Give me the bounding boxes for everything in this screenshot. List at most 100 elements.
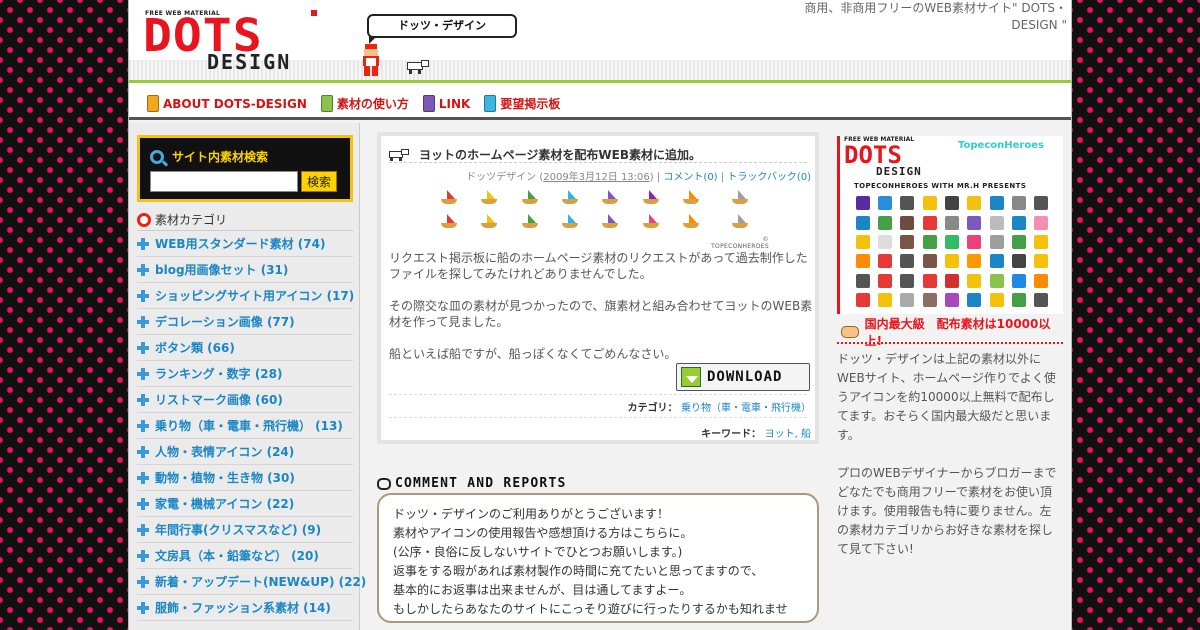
nav-label: 素材の使い方 [336,97,409,111]
category-item[interactable]: 文房具（本・鉛筆など） (20) [137,543,353,569]
category-link[interactable]: 乗り物（車・電車・飛行機） [681,403,811,414]
category-label: デコレーション画像 (77) [155,315,295,329]
post-body: リクエスト掲示板に船のホームページ素材のリクエストがあって過去制作したファイルを… [389,250,817,378]
book-icon [422,95,435,112]
biggest-text: 国内最大級 配布素材は10000以上! [864,317,1051,348]
left-sidebar: サイト内素材検索 検索 素材カテゴリ WEB用スタンダード素材 (74) blog… [129,123,366,630]
sailboat-icon [440,188,458,206]
sailboat-icon [682,188,700,206]
category-item[interactable]: 新着・アップデート(NEW&UP) (22) [137,569,366,595]
sample-icon [900,196,915,211]
comment-heading: COMMENT AND REPORTS [377,476,567,491]
category-item[interactable]: リストマーク画像 (60) [137,387,353,413]
promo-banner[interactable]: FREE WEB MATERIAL DOTS DESIGN TopeconHer… [837,136,1063,314]
sample-icon [922,254,937,269]
sample-icon [1011,293,1026,308]
plus-icon [137,341,149,354]
sample-icon [1034,254,1049,269]
comment-heading-text: COMMENT AND REPORTS [395,476,567,491]
comment-line: 基本的にお返事は出来ませんが、目は通してますよー。 [393,583,692,597]
plus-icon [137,575,149,588]
category-label: リストマーク画像 (60) [155,393,283,407]
plus-icon [137,471,149,484]
right-paragraph: プロのWEBデザイナーからブロガーまでどなたでも商用フリーで素材をお使い頂けます… [837,466,1057,556]
plus-icon [137,549,149,562]
sailboat-icon [521,212,539,230]
category-item[interactable]: ランキング・数字 (28) [137,361,353,387]
comment-line: 返事をする暇があれば素材製作の時間に充てたいと思ってますので、 [393,564,764,578]
post-paragraph: その際交な皿の素材が見つかったので、旗素材と組み合わせてヨットのWEB素材を作っ… [389,299,813,329]
boats-credit: © TOPECONHEROES [711,236,769,250]
sample-icon [1034,215,1049,230]
sample-icon [989,215,1004,230]
category-label: カテゴリ： [627,403,678,414]
sample-icon [922,196,937,211]
keyword-link[interactable]: ヨット, 船 [765,429,811,440]
pixel-dog-icon [407,60,431,74]
nav-item[interactable]: 素材の使い方 [320,95,409,112]
logo-sub-text: DESIGN [207,50,292,74]
category-item[interactable]: blog用画像セット (31) [137,257,353,283]
sailboat-icon [601,212,619,230]
sample-icon [967,254,982,269]
sailboat-icon [561,188,579,206]
category-item[interactable]: 乗り物（車・電車・飛行機） (13) [137,413,353,439]
category-label: 文房具（本・鉛筆など） (20) [155,549,319,563]
post-title-text: ヨットのホームページ素材を配布WEB素材に追加。 [419,148,701,162]
sample-icon [1011,273,1026,288]
category-item[interactable]: 服飾・ファッション系素材 (14) [137,595,353,621]
category-item[interactable]: 家電・機械アイコン (22) [137,491,353,517]
category-item[interactable]: 人物・表情アイコン (24) [137,439,353,465]
sample-icon [922,215,937,230]
search-input[interactable] [150,171,298,192]
post-keywords: キーワード： ヨット, 船 [701,425,811,440]
nav-item[interactable]: LINK [422,95,470,112]
comment-box: ドッツ・デザインのご利用ありがとうございます！ 素材やアイコンの使用報告や感想頂け… [377,493,819,623]
search-title: サイト内素材検索 [150,148,268,165]
comments-link[interactable]: コメント(0) [663,172,717,183]
category-label: 服飾・ファッション系素材 (14) [155,601,331,615]
sample-icon [855,254,870,269]
post-title[interactable]: ヨットのホームページ素材を配布WEB素材に追加。 [389,146,701,163]
sample-icon [877,215,892,230]
post-date: 2009年3月12日 13:06 [543,172,650,183]
plus-icon [137,367,149,380]
plus-icon [137,497,149,510]
category-label: 乗り物（車・電車・飛行機） (13) [155,419,343,433]
post-author: ドッツデザイン [466,172,537,183]
category-label: blog用画像セット (31) [155,263,289,277]
sample-icon [944,196,959,211]
comment-line: (公序・良俗に反しないサイトでひとつお願いします。) [393,545,683,559]
category-item[interactable]: デコレーション画像 (77) [137,309,353,335]
download-icon [681,367,701,387]
sample-icon [877,234,892,249]
site-logo[interactable]: FREE WEB MATERIAL DOTS DESIGN [143,10,320,74]
boat-icons-grid: © TOPECONHEROES [429,188,769,250]
sample-icon [989,273,1004,288]
logo-square [311,10,317,16]
nav-item[interactable]: ABOUT DOTS-DESIGN [147,95,307,112]
sample-icon [1011,254,1026,269]
comment-line: ドッツ・デザインのご利用ありがとうございます！ [393,507,670,521]
search-button[interactable]: 検索 [301,171,337,192]
book-icon [147,95,159,112]
category-item[interactable]: WEB用スタンダード素材 (74) [137,231,353,257]
keyword-label: キーワード： [701,429,762,440]
sample-icon [922,234,937,249]
ring-icon [137,212,151,227]
download-button[interactable]: DOWNLOAD [676,363,810,391]
plus-icon [137,445,149,458]
category-item[interactable]: ショッピングサイト用アイコン (17) [137,283,354,309]
sample-icon [1034,196,1049,211]
category-item[interactable]: ボタン類 (66) [137,335,353,361]
sample-icon [900,254,915,269]
trackback-link[interactable]: トラックバック(0) [727,172,811,183]
sailboat-icon [561,212,579,230]
category-item[interactable]: 年間行事(クリスマスなど) (9) [137,517,353,543]
category-label: 動物・植物・生き物 (30) [155,471,295,485]
page-container: FREE WEB MATERIAL DOTS DESIGN ドッツ・デザイン 商… [128,0,1072,630]
category-item[interactable]: 動物・植物・生き物 (30) [137,465,353,491]
nav-item[interactable]: 要望掲示板 [484,95,560,112]
icon-sample-grid [852,194,1052,309]
sailboat-icon [521,188,539,206]
